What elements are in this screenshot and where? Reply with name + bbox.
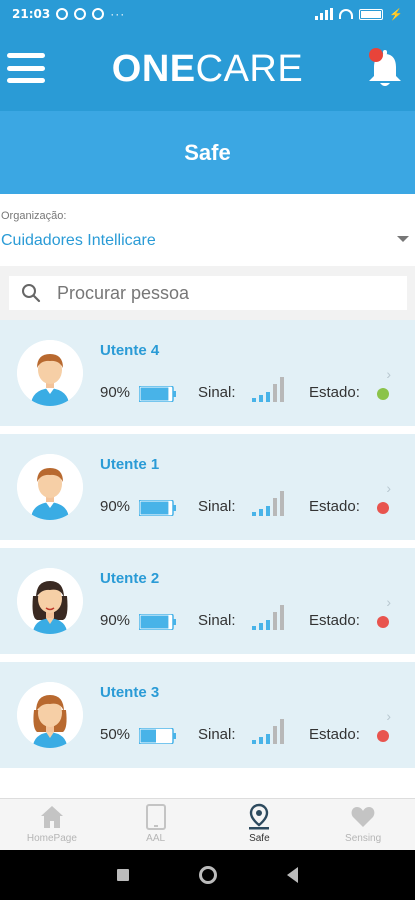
bottom-nav: HomePage AAL Safe Sensing bbox=[0, 798, 415, 850]
search-icon bbox=[9, 276, 53, 310]
person-card[interactable]: Utente 1 › 90% Sinal: Estado: bbox=[0, 434, 415, 540]
battery-icon bbox=[139, 386, 176, 402]
battery-percentage: 90% bbox=[100, 498, 131, 515]
nav-homepage[interactable]: HomePage bbox=[0, 799, 104, 850]
status-indicator bbox=[377, 616, 389, 628]
status-label: Estado: bbox=[309, 612, 360, 629]
person-name: Utente 3 bbox=[100, 684, 160, 701]
signal-label: Sinal: bbox=[198, 498, 236, 515]
home-button-icon[interactable] bbox=[199, 866, 217, 884]
cell-signal-icon bbox=[315, 8, 334, 20]
male-avatar-icon bbox=[17, 340, 83, 406]
app-bar: ONECARE bbox=[0, 28, 415, 111]
status-label: Estado: bbox=[309, 726, 360, 743]
notification-icon bbox=[92, 8, 105, 20]
organization-select[interactable]: Organização: Cuidadores Intellicare bbox=[0, 194, 415, 266]
search-bar bbox=[0, 266, 415, 320]
female-dark-hair-avatar-icon bbox=[17, 568, 83, 634]
more-notifications-icon: ··· bbox=[110, 7, 126, 21]
status-bar: 21:03 ··· ⚡ bbox=[0, 0, 415, 28]
tablet-icon bbox=[145, 804, 166, 830]
search-box[interactable] bbox=[9, 276, 407, 310]
person-card[interactable]: Utente 3 › 50% Sinal: Estado: bbox=[0, 662, 415, 768]
signal-strength-icon bbox=[252, 377, 284, 402]
heart-icon bbox=[351, 807, 375, 827]
chevron-right-icon[interactable]: › bbox=[386, 366, 391, 382]
organization-value[interactable]: Cuidadores Intellicare bbox=[1, 232, 156, 250]
person-card[interactable]: Utente 4 › 90% Sinal: Estado: bbox=[0, 320, 415, 426]
bell-icon[interactable] bbox=[363, 48, 407, 92]
hamburger-icon[interactable] bbox=[7, 50, 45, 86]
notification-badge bbox=[369, 48, 383, 62]
person-name: Utente 4 bbox=[100, 342, 160, 359]
person-list: Utente 4 › 90% Sinal: Estado: Utente 1 ›… bbox=[0, 320, 415, 798]
nav-sensing[interactable]: Sensing bbox=[311, 799, 415, 850]
signal-label: Sinal: bbox=[198, 384, 236, 401]
battery-percentage: 90% bbox=[100, 384, 131, 401]
status-time: 21:03 bbox=[12, 7, 51, 21]
nav-label: HomePage bbox=[26, 833, 77, 844]
nav-label: Sensing bbox=[345, 833, 382, 844]
status-indicator bbox=[377, 730, 389, 742]
status-indicator bbox=[377, 388, 389, 400]
battery-icon bbox=[139, 728, 176, 744]
charging-icon: ⚡ bbox=[389, 8, 403, 21]
person-card[interactable]: Utente 2 › 90% Sinal: Estado: bbox=[0, 548, 415, 654]
battery-percentage: 90% bbox=[100, 612, 131, 629]
page-header: Safe bbox=[0, 111, 415, 194]
signal-label: Sinal: bbox=[198, 612, 236, 629]
person-name: Utente 1 bbox=[100, 456, 160, 473]
notification-icon bbox=[56, 8, 69, 20]
nav-aal[interactable]: AAL bbox=[104, 799, 208, 850]
status-label: Estado: bbox=[309, 384, 360, 401]
map-pin-icon bbox=[249, 803, 270, 830]
signal-strength-icon bbox=[252, 491, 284, 516]
male-avatar-icon bbox=[17, 454, 83, 520]
wifi-icon bbox=[339, 9, 354, 19]
battery-status-icon bbox=[359, 8, 384, 20]
signal-strength-icon bbox=[252, 605, 284, 630]
organization-label: Organização: bbox=[1, 210, 67, 222]
battery-icon bbox=[139, 500, 176, 516]
system-nav-bar bbox=[0, 850, 415, 900]
chevron-right-icon[interactable]: › bbox=[386, 480, 391, 496]
signal-label: Sinal: bbox=[198, 726, 236, 743]
chevron-right-icon[interactable]: › bbox=[386, 594, 391, 610]
chevron-right-icon[interactable]: › bbox=[386, 708, 391, 724]
app-logo: ONECARE bbox=[111, 48, 304, 90]
person-name: Utente 2 bbox=[100, 570, 160, 587]
chevron-down-icon[interactable] bbox=[397, 236, 409, 242]
nav-label: Safe bbox=[249, 833, 270, 844]
battery-icon bbox=[139, 614, 176, 630]
nav-safe[interactable]: Safe bbox=[208, 799, 312, 850]
status-label: Estado: bbox=[309, 498, 360, 515]
female-light-hair-avatar-icon bbox=[17, 682, 83, 748]
notification-icon bbox=[74, 8, 87, 20]
signal-strength-icon bbox=[252, 719, 284, 744]
nav-label: AAL bbox=[146, 833, 166, 844]
recent-apps-icon[interactable] bbox=[117, 869, 129, 881]
home-icon bbox=[40, 806, 63, 828]
battery-percentage: 50% bbox=[100, 726, 131, 743]
search-input[interactable] bbox=[57, 282, 397, 304]
page-title: Safe bbox=[184, 139, 231, 165]
status-indicator bbox=[377, 502, 389, 514]
back-icon[interactable] bbox=[287, 867, 298, 883]
